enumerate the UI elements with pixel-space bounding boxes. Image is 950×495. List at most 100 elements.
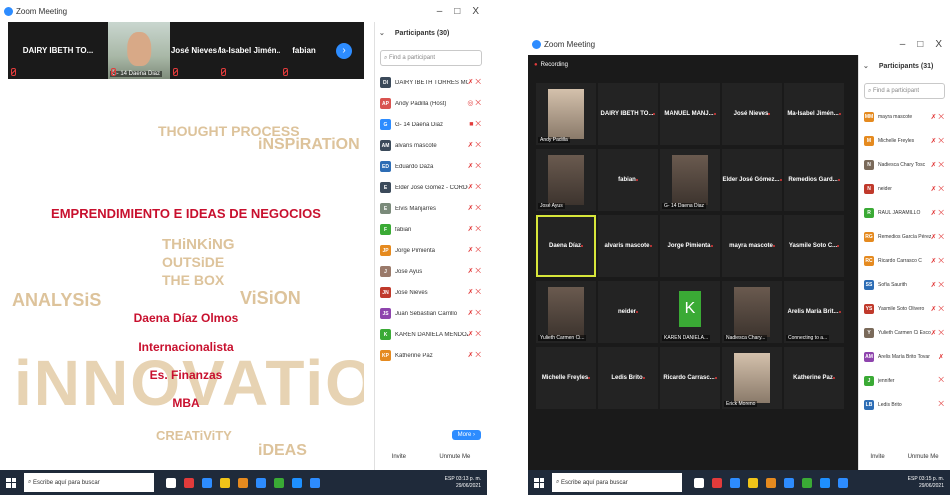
video-tile[interactable]: José Ayus [536, 149, 596, 211]
invite-button[interactable]: Invite [392, 454, 406, 460]
chevron-down-icon[interactable]: ⌄ [863, 62, 869, 70]
video-tile[interactable]: DAIRY IBETH TO... [8, 22, 108, 79]
taskbar-app-icon[interactable] [748, 477, 758, 488]
search-input[interactable]: ⌕ Find a participant [380, 50, 482, 66]
video-tile[interactable]: Jorge Pimienta [660, 215, 720, 277]
participant-row[interactable]: JS Juan Sebastian Carrillo ✗ ⨉ [375, 303, 487, 324]
close-button[interactable]: X [935, 39, 942, 50]
participant-row[interactable]: YS Yasmile Soto Olivero ✗ ⨉ [859, 297, 950, 321]
participant-row[interactable]: G G- 14 Daena Diaz ■ ⨉ [375, 114, 487, 135]
video-tile[interactable]: Ma-Isabel Jimén... [218, 22, 280, 79]
invite-button[interactable]: Invite [870, 454, 884, 460]
search-input[interactable]: ⌕ Find a participant [864, 83, 945, 99]
video-tile[interactable]: fabian [598, 149, 658, 211]
participant-row[interactable]: N Nadiesca Chary Tosc ✗ ⨉ [859, 153, 950, 177]
taskbar-app-icon[interactable] [694, 477, 704, 488]
video-tile[interactable]: Katherine Paz [784, 347, 844, 409]
participant-row[interactable]: K KAREN DANIELA MENDOZA BE...✗ ⨉ [375, 324, 487, 345]
video-tile[interactable]: DAIRY IBETH TO... [598, 83, 658, 145]
video-tile[interactable]: Erick Moreno [722, 347, 782, 409]
participant-row[interactable]: Nneider ✗ ⨉ [859, 177, 950, 201]
video-tile[interactable]: G- 14 Daena Diaz [108, 22, 170, 79]
taskbar-app-icon[interactable] [310, 477, 320, 488]
participant-row[interactable]: RC Ricardo Carrasco C ✗ ⨉ [859, 249, 950, 273]
video-tile[interactable]: fabian [280, 22, 328, 79]
taskbar-app-icon[interactable] [184, 477, 194, 488]
participant-row[interactable]: LB Ledis Brito ⨉ [859, 393, 950, 417]
video-tile[interactable]: alvaris mascote [598, 215, 658, 277]
video-tile[interactable]: José Nieves [722, 83, 782, 145]
taskbar-app-icon[interactable] [838, 477, 848, 488]
participant-row[interactable]: AM Arelis María Brito Tovar ✗ [859, 345, 950, 369]
participant-row[interactable]: JN José Nieves ✗ ⨉ [375, 282, 487, 303]
clock-time[interactable]: 03:15 p. m. [919, 476, 944, 482]
maximize-button[interactable]: □ [454, 6, 460, 17]
video-tile[interactable]: MANUEL MANJ... [660, 83, 720, 145]
video-tile[interactable]: mayra mascote [722, 215, 782, 277]
participant-row[interactable]: M Michelle Freyles ✗ ⨉ [859, 129, 950, 153]
video-tile[interactable]: Arelis María Brit... Connecting to a... [784, 281, 844, 343]
participant-row[interactable]: MM mayra mascote ✗ ⨉ [859, 105, 950, 129]
taskbar-app-icon[interactable] [256, 477, 266, 488]
video-tile[interactable]: G- 14 Daena Diaz [660, 149, 720, 211]
participant-row[interactable]: E Elvis Manjarres ✗ ⨉ [375, 198, 487, 219]
unmute-button[interactable]: Unmute Me [908, 454, 939, 460]
participant-row[interactable]: DI DAIRY IBETH TORRES MO... (Me)✗ ⨉ [375, 72, 487, 93]
video-tile[interactable]: Remedios Gard... [784, 149, 844, 211]
next-page-button[interactable]: › [336, 42, 352, 59]
participant-row[interactable]: ED Eduardo Daza ✗ ⨉ [375, 156, 487, 177]
taskbar-app-icon[interactable] [766, 477, 776, 488]
taskbar-app-icon[interactable] [712, 477, 722, 488]
video-tile[interactable]: Ricardo Carrasc... [660, 347, 720, 409]
video-tile[interactable]: Elder José Gómez... [722, 149, 782, 211]
clock-date[interactable]: 29/06/2021 [445, 483, 481, 490]
taskbar-search-input[interactable]: ⌕ Escribe aquí para buscar [24, 473, 154, 492]
participant-row[interactable]: E Elder José Gómez - CORDOBA...✗ ⨉ [375, 177, 487, 198]
participant-row[interactable]: R RAUL JARAMILLO ✗ ⨉ [859, 201, 950, 225]
video-tile[interactable]: Andy Padilla [536, 83, 596, 145]
taskbar-app-icon[interactable] [292, 477, 302, 488]
language-indicator[interactable]: ESP [445, 476, 455, 482]
unmute-button[interactable]: Unmute Me [439, 454, 470, 460]
close-button[interactable]: X [472, 6, 479, 17]
video-tile[interactable]: Ledis Brito [598, 347, 658, 409]
participant-row[interactable]: RG Remedios García Pérez ✗ ⨉ [859, 225, 950, 249]
video-tile[interactable]: Michelle Freyles [536, 347, 596, 409]
video-tile[interactable]: K KAREN DANIELA... [660, 281, 720, 343]
video-tile[interactable]: José Nieves [170, 22, 218, 79]
participant-row[interactable]: SS Sofía Saurith ✗ ⨉ [859, 273, 950, 297]
video-tile[interactable]: neider [598, 281, 658, 343]
video-tile[interactable]: Nadiesca Chary... [722, 281, 782, 343]
participant-row[interactable]: AP Andy Padilla (Host) ◎ ⨉ [375, 93, 487, 114]
video-tile[interactable]: Yasmile Soto C... [784, 215, 844, 277]
language-indicator[interactable]: ESP [908, 476, 918, 482]
minimize-button[interactable]: – [437, 6, 443, 17]
maximize-button[interactable]: □ [917, 39, 923, 50]
video-tile[interactable]: Daena Díaz [536, 215, 596, 277]
clock-date[interactable]: 29/06/2021 [908, 483, 944, 490]
participant-row[interactable]: Jjennifer ⨉ [859, 369, 950, 393]
participant-row[interactable]: AM alvaris mascote ✗ ⨉ [375, 135, 487, 156]
participant-row[interactable]: Y Yulieth Carmen Ci Escobar✗ ⨉ [859, 321, 950, 345]
windows-start-icon[interactable] [6, 477, 16, 488]
chevron-down-icon[interactable]: ⌄ [379, 29, 385, 37]
more-button[interactable]: More › [451, 430, 481, 440]
participant-row[interactable]: J José Ayus ✗ ⨉ [375, 261, 487, 282]
taskbar-app-icon[interactable] [238, 477, 248, 488]
taskbar-app-icon[interactable] [166, 477, 176, 488]
taskbar-app-icon[interactable] [220, 477, 230, 488]
taskbar-app-icon[interactable] [274, 477, 284, 488]
taskbar-app-icon[interactable] [820, 477, 830, 488]
taskbar-app-icon[interactable] [202, 477, 212, 488]
participant-row[interactable]: JP Jorge Pimienta ✗ ⨉ [375, 240, 487, 261]
video-tile[interactable]: Ma-Isabel Jimén... [784, 83, 844, 145]
windows-start-icon[interactable] [534, 477, 544, 488]
participant-row[interactable]: Ffabian ✗ ⨉ [375, 219, 487, 240]
taskbar-search-input[interactable]: ⌕ Escribe aquí para buscar [552, 473, 682, 492]
taskbar-app-icon[interactable] [730, 477, 740, 488]
minimize-button[interactable]: – [900, 39, 906, 50]
taskbar-app-icon[interactable] [802, 477, 812, 488]
participant-row[interactable]: KP Katherine Paz ✗ ⨉ [375, 345, 487, 366]
video-tile[interactable]: Yulieth Carmen Ci... [536, 281, 596, 343]
clock-time[interactable]: 03:13 p. m. [456, 476, 481, 482]
